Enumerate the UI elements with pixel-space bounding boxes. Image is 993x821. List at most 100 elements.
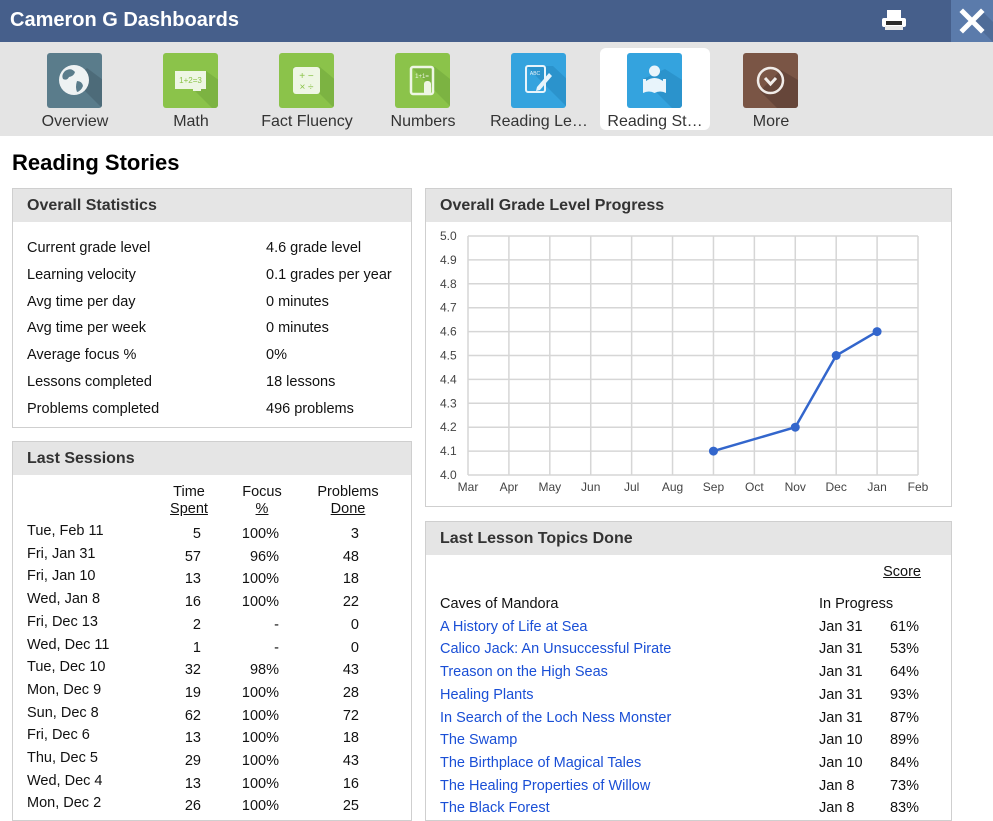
nav-item-more[interactable]: More xyxy=(716,48,826,130)
session-date: Sun, Dec 8 xyxy=(27,704,99,721)
lesson-score: 89% xyxy=(889,732,919,749)
session-date: Thu, Dec 5 xyxy=(27,750,98,766)
nav-item-math[interactable]: 1+2=3 Math xyxy=(136,48,246,130)
session-problems-done: 48 xyxy=(342,548,359,565)
session-row: Fri, Jan 10 13 100% 18 xyxy=(13,568,411,591)
globe-icon xyxy=(47,53,102,108)
lesson-link[interactable]: The Black Forest xyxy=(440,800,550,816)
session-focus: 100% xyxy=(241,753,279,769)
print-button[interactable] xyxy=(878,8,912,34)
x-tick-label: May xyxy=(538,480,561,494)
y-tick-label: 4.7 xyxy=(440,301,457,315)
lesson-date: In Progress xyxy=(819,596,894,612)
stat-value: 0 minutes xyxy=(266,320,329,337)
lesson-row: Treason on the High Seas Jan 31 64% xyxy=(426,664,951,687)
operations-icon: + − × ÷ xyxy=(279,53,334,108)
nav-label: More xyxy=(752,113,790,130)
y-tick-label: 4.3 xyxy=(440,396,457,410)
session-time-spent: 13 xyxy=(184,775,201,792)
person-reading-icon xyxy=(627,53,682,108)
lesson-link[interactable]: Treason on the High Seas xyxy=(440,664,608,680)
session-problems-done: 28 xyxy=(342,684,359,701)
session-focus: 98% xyxy=(249,662,279,679)
session-focus: 100% xyxy=(241,730,279,747)
stat-label: Average focus % xyxy=(27,347,137,364)
stat-label: Learning velocity xyxy=(27,266,136,283)
nav-label: Overview xyxy=(41,113,109,130)
notebook-pencil-icon: ABC xyxy=(511,53,566,108)
session-time-spent: 13 xyxy=(184,730,201,747)
lesson-date: Jan 31 xyxy=(819,709,863,726)
nav-item-fact-fluency[interactable]: + − × ÷ Fact Fluency xyxy=(252,48,362,130)
lesson-date: Jan 31 xyxy=(819,664,863,681)
close-button[interactable] xyxy=(951,0,993,42)
stat-label: Current grade level xyxy=(27,240,151,256)
session-problems-done: 16 xyxy=(342,775,359,792)
data-point xyxy=(708,446,718,456)
lesson-link[interactable]: A History of Life at Sea xyxy=(440,619,588,635)
y-tick-label: 4.5 xyxy=(440,349,457,363)
stat-value: 496 problems xyxy=(266,400,354,417)
lesson-link[interactable]: Healing Plants xyxy=(440,687,534,703)
lesson-date: Jan 31 xyxy=(819,686,863,703)
session-row: Fri, Dec 13 2 - 0 xyxy=(13,614,411,637)
x-tick-label: Jun xyxy=(581,480,600,494)
lesson-link[interactable]: Calico Jack: An Unsuccessful Pirate xyxy=(440,641,671,657)
lesson-date: Jan 31 xyxy=(819,618,863,635)
lesson-link[interactable]: The Healing Properties of Willow xyxy=(440,778,650,794)
column-header-problems-done[interactable]: Problems Done xyxy=(313,484,383,518)
session-problems-done: 3 xyxy=(350,526,359,542)
tablet-touch-icon: 1+1= xyxy=(395,53,450,108)
window-title: Cameron G Dashboards xyxy=(10,9,239,31)
stat-label: Lessons completed xyxy=(27,374,152,390)
panel-title: Last Sessions xyxy=(13,442,411,475)
nav-item-reading-stories[interactable]: Reading St… xyxy=(600,48,710,130)
panel-title: Overall Grade Level Progress xyxy=(426,189,951,222)
session-row: Sun, Dec 8 62 100% 72 xyxy=(13,705,411,728)
nav-label: Reading St… xyxy=(607,113,703,130)
lesson-link[interactable]: The Swamp xyxy=(440,732,517,748)
header-line: Spent xyxy=(170,501,208,517)
lesson-score: 61% xyxy=(889,618,919,635)
session-row: Fri, Dec 6 13 100% 18 xyxy=(13,727,411,750)
column-header-focus[interactable]: Focus % xyxy=(239,484,285,518)
x-tick-label: Jul xyxy=(624,480,639,494)
session-problems-done: 72 xyxy=(342,707,359,724)
lesson-date: Jan 8 xyxy=(819,800,855,817)
printer-icon xyxy=(882,10,906,30)
y-tick-label: 5.0 xyxy=(440,229,457,243)
nav-item-overview[interactable]: Overview xyxy=(20,48,130,130)
session-time-spent: 13 xyxy=(184,571,201,588)
lesson-link[interactable]: In Search of the Loch Ness Monster xyxy=(440,710,671,726)
session-problems-done: 18 xyxy=(342,571,359,588)
svg-text:1+2=3: 1+2=3 xyxy=(179,76,202,85)
data-point xyxy=(872,327,882,337)
nav-item-numbers[interactable]: 1+1= Numbers xyxy=(368,48,478,130)
stat-label: Avg time per week xyxy=(27,320,147,337)
session-time-spent: 32 xyxy=(184,662,201,679)
column-header-time-spent[interactable]: Time Spent xyxy=(169,484,209,518)
session-problems-done: 0 xyxy=(350,639,359,656)
nav-item-reading-level[interactable]: ABC Reading Le… xyxy=(484,48,594,130)
lesson-date: Jan 10 xyxy=(819,754,863,771)
stat-value: 4.6 grade level xyxy=(266,240,362,256)
stat-label: Problems completed xyxy=(27,400,160,417)
session-focus: 100% xyxy=(241,571,279,588)
stat-row: Avg time per week 0 minutes xyxy=(27,320,329,337)
y-tick-label: 4.8 xyxy=(440,277,457,291)
session-focus: 100% xyxy=(241,526,279,542)
lesson-score: 84% xyxy=(889,754,919,771)
column-header-score[interactable]: Score xyxy=(883,564,921,580)
dashboard-nav: Overview 1+2=3 Math + − × ÷ Fact Fluency xyxy=(0,42,993,136)
session-row: Wed, Dec 11 1 - 0 xyxy=(13,637,411,660)
chevron-circle-down-icon xyxy=(743,53,798,108)
session-time-spent: 26 xyxy=(184,798,201,815)
stat-label: Avg time per day xyxy=(27,293,136,310)
session-row: Wed, Jan 8 16 100% 22 xyxy=(13,591,411,614)
session-problems-done: 25 xyxy=(342,798,359,815)
title-bar: Cameron G Dashboards xyxy=(0,0,993,42)
lesson-link[interactable]: The Birthplace of Magical Tales xyxy=(440,755,641,771)
stat-row: Problems completed 496 problems xyxy=(27,400,354,417)
y-tick-label: 4.0 xyxy=(440,468,457,482)
session-focus: - xyxy=(274,639,279,656)
